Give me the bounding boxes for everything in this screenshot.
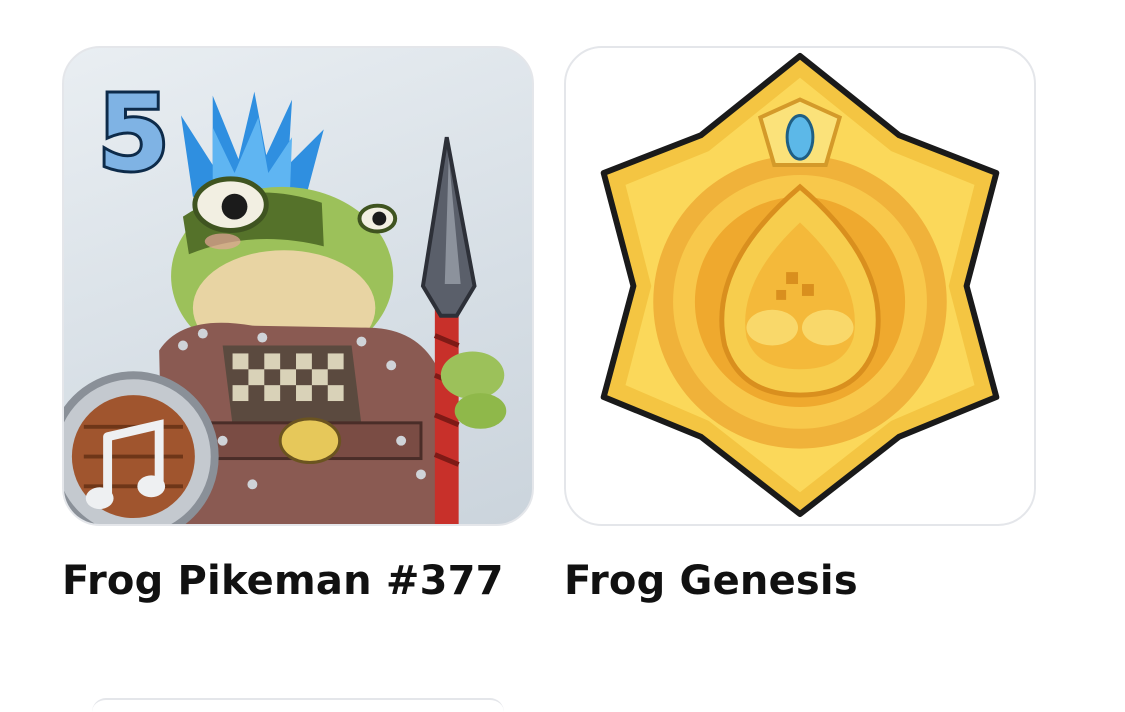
shield-icon xyxy=(64,371,219,524)
next-card-edge xyxy=(92,698,504,712)
frog-pikeman-image: 5 xyxy=(64,71,507,524)
card-title-frog-genesis[interactable]: Frog Genesis xyxy=(564,558,858,604)
level-badge: 5 xyxy=(95,71,173,197)
gold-hexagram-medal-icon xyxy=(600,52,1000,518)
nft-card-frog-pikeman[interactable]: 5 xyxy=(62,46,534,526)
card-title-frog-pikeman[interactable]: Frog Pikeman #377 xyxy=(62,558,504,604)
mohawk-icon xyxy=(180,91,324,197)
nft-card-frog-genesis[interactable] xyxy=(564,46,1036,526)
level-badge-number: 5 xyxy=(98,74,170,194)
spear-icon xyxy=(420,136,507,524)
